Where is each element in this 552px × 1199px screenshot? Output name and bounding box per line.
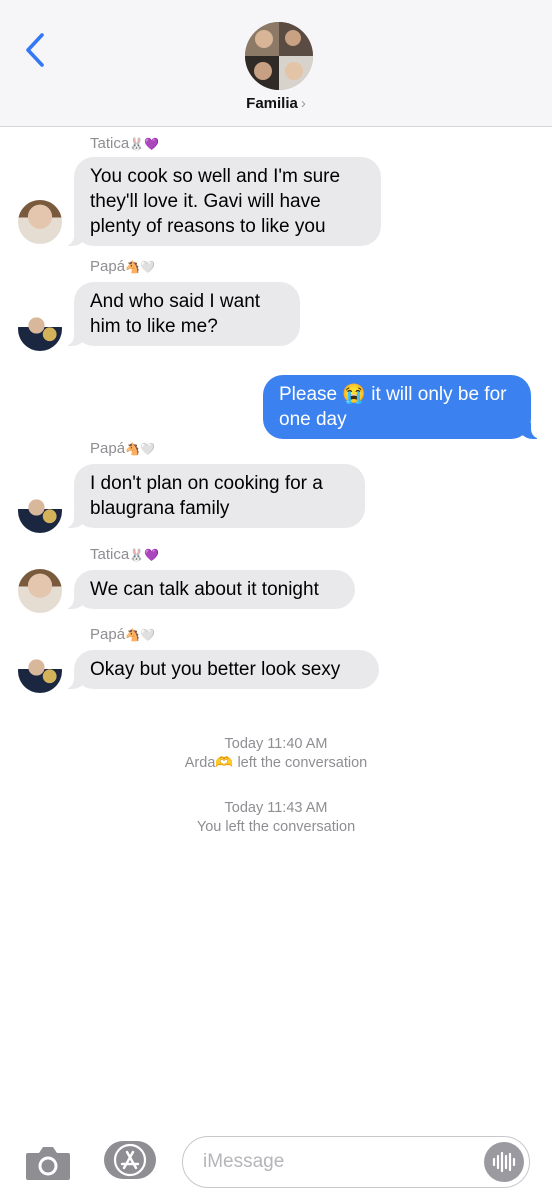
sender-name: Papá🐴🤍 (90, 440, 155, 457)
back-button[interactable] (20, 30, 50, 70)
avatar-tatica[interactable] (18, 569, 62, 613)
camera-icon (26, 1147, 70, 1180)
system-notice: Today 11:43 AM You left the conversation (196, 800, 356, 835)
sender-name: Tatica🐰💜 (90, 135, 160, 152)
message-bubble-incoming[interactable]: We can talk about it tonight (64, 570, 355, 609)
chevron-left-icon (26, 33, 44, 67)
message-bubble-incoming[interactable]: I don't plan on cooking for a blaugrana … (64, 464, 365, 528)
audio-waveform-icon (492, 1151, 516, 1173)
composer-bar: iMessage (0, 1130, 552, 1199)
sender-name: Tatica🐰💜 (90, 546, 160, 563)
message-input[interactable]: iMessage (182, 1136, 530, 1188)
conversation-header: Familia › (0, 0, 552, 127)
avatar-papa[interactable] (18, 489, 62, 533)
sender-name: Papá🐴🤍 (90, 258, 155, 275)
message-bubble-incoming[interactable]: And who said I want him to like me? (64, 282, 300, 346)
group-avatar[interactable] (245, 22, 313, 90)
app-store-icon (113, 1143, 147, 1177)
app-store-button[interactable] (104, 1141, 156, 1179)
camera-button[interactable] (24, 1144, 72, 1182)
group-name[interactable]: Familia › (0, 95, 552, 112)
chevron-right-icon: › (300, 95, 306, 112)
message-bubble-incoming[interactable]: You cook so well and I'm sure they'll lo… (64, 157, 381, 246)
avatar-tatica[interactable] (18, 200, 62, 244)
message-bubble-outgoing[interactable]: Please 😭 it will only be for one day (263, 375, 541, 439)
sender-name: Papá🐴🤍 (90, 626, 155, 643)
system-notice: Today 11:40 AM Arda🫶 left the conversati… (184, 736, 368, 771)
avatar-papa[interactable] (18, 307, 62, 351)
message-input-placeholder: iMessage (203, 1151, 285, 1172)
audio-message-button[interactable] (484, 1142, 524, 1182)
group-name-label: Familia (246, 95, 298, 112)
avatar-papa[interactable] (18, 649, 62, 693)
message-bubble-incoming[interactable]: Okay but you better look sexy (64, 650, 379, 689)
